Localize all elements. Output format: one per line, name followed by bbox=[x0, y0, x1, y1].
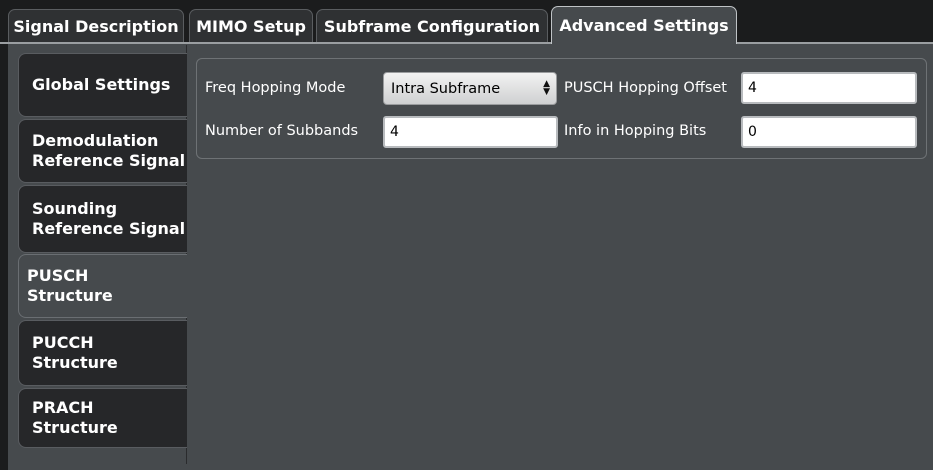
freq-hopping-mode-value: Intra Subframe bbox=[391, 80, 501, 97]
tab-label: MIMO Setup bbox=[196, 16, 306, 36]
side-tab-label: Demodulation Reference Signal bbox=[32, 131, 186, 170]
tab-advanced-settings[interactable]: Advanced Settings bbox=[551, 6, 737, 44]
side-tab-global-settings[interactable]: Global Settings bbox=[18, 53, 187, 117]
pusch-hopping-offset-label: PUSCH Hopping Offset bbox=[564, 80, 727, 96]
info-in-hopping-bits-label: Info in Hopping Bits bbox=[564, 123, 707, 139]
tab-label: Signal Description bbox=[13, 16, 179, 36]
side-tab-label: Sounding Reference Signal bbox=[32, 199, 186, 238]
freq-hopping-mode-label: Freq Hopping Mode bbox=[205, 80, 346, 96]
side-tab-prach-structure[interactable]: PRACH Structure bbox=[18, 388, 187, 448]
side-tab-label: PUCCH Structure bbox=[32, 333, 118, 372]
side-tab-demodulation-reference-signal[interactable]: Demodulation Reference Signal bbox=[18, 119, 187, 183]
side-tab-sounding-reference-signal[interactable]: Sounding Reference Signal bbox=[18, 185, 187, 253]
tab-label: Advanced Settings bbox=[559, 16, 729, 35]
tab-subframe-configuration[interactable]: Subframe Configuration bbox=[316, 9, 548, 42]
number-of-subbands-value: 4 bbox=[390, 124, 399, 140]
side-tab-label: Global Settings bbox=[32, 75, 171, 94]
updown-arrows-icon: ▲ ▼ bbox=[543, 79, 550, 97]
side-tab-label: PUSCH Structure bbox=[27, 266, 113, 305]
pusch-hopping-offset-value: 4 bbox=[748, 80, 757, 96]
number-of-subbands-input[interactable]: 4 bbox=[383, 116, 558, 148]
freq-hopping-mode-select[interactable]: Intra Subframe ▲ ▼ bbox=[383, 72, 557, 105]
info-in-hopping-bits-value: 0 bbox=[748, 124, 757, 140]
top-tab-bar: Signal Description MIMO Setup Subframe C… bbox=[0, 0, 933, 44]
side-tab-label: PRACH Structure bbox=[32, 398, 118, 437]
side-tab-pucch-structure[interactable]: PUCCH Structure bbox=[18, 320, 187, 386]
pusch-hopping-offset-input[interactable]: 4 bbox=[741, 72, 917, 104]
tab-label: Subframe Configuration bbox=[323, 16, 541, 36]
tab-mimo-setup[interactable]: MIMO Setup bbox=[189, 9, 313, 42]
tab-signal-description[interactable]: Signal Description bbox=[8, 9, 184, 42]
info-in-hopping-bits-input[interactable]: 0 bbox=[741, 116, 917, 148]
number-of-subbands-label: Number of Subbands bbox=[205, 123, 359, 139]
side-tab-pusch-structure[interactable]: PUSCH Structure bbox=[18, 254, 187, 318]
